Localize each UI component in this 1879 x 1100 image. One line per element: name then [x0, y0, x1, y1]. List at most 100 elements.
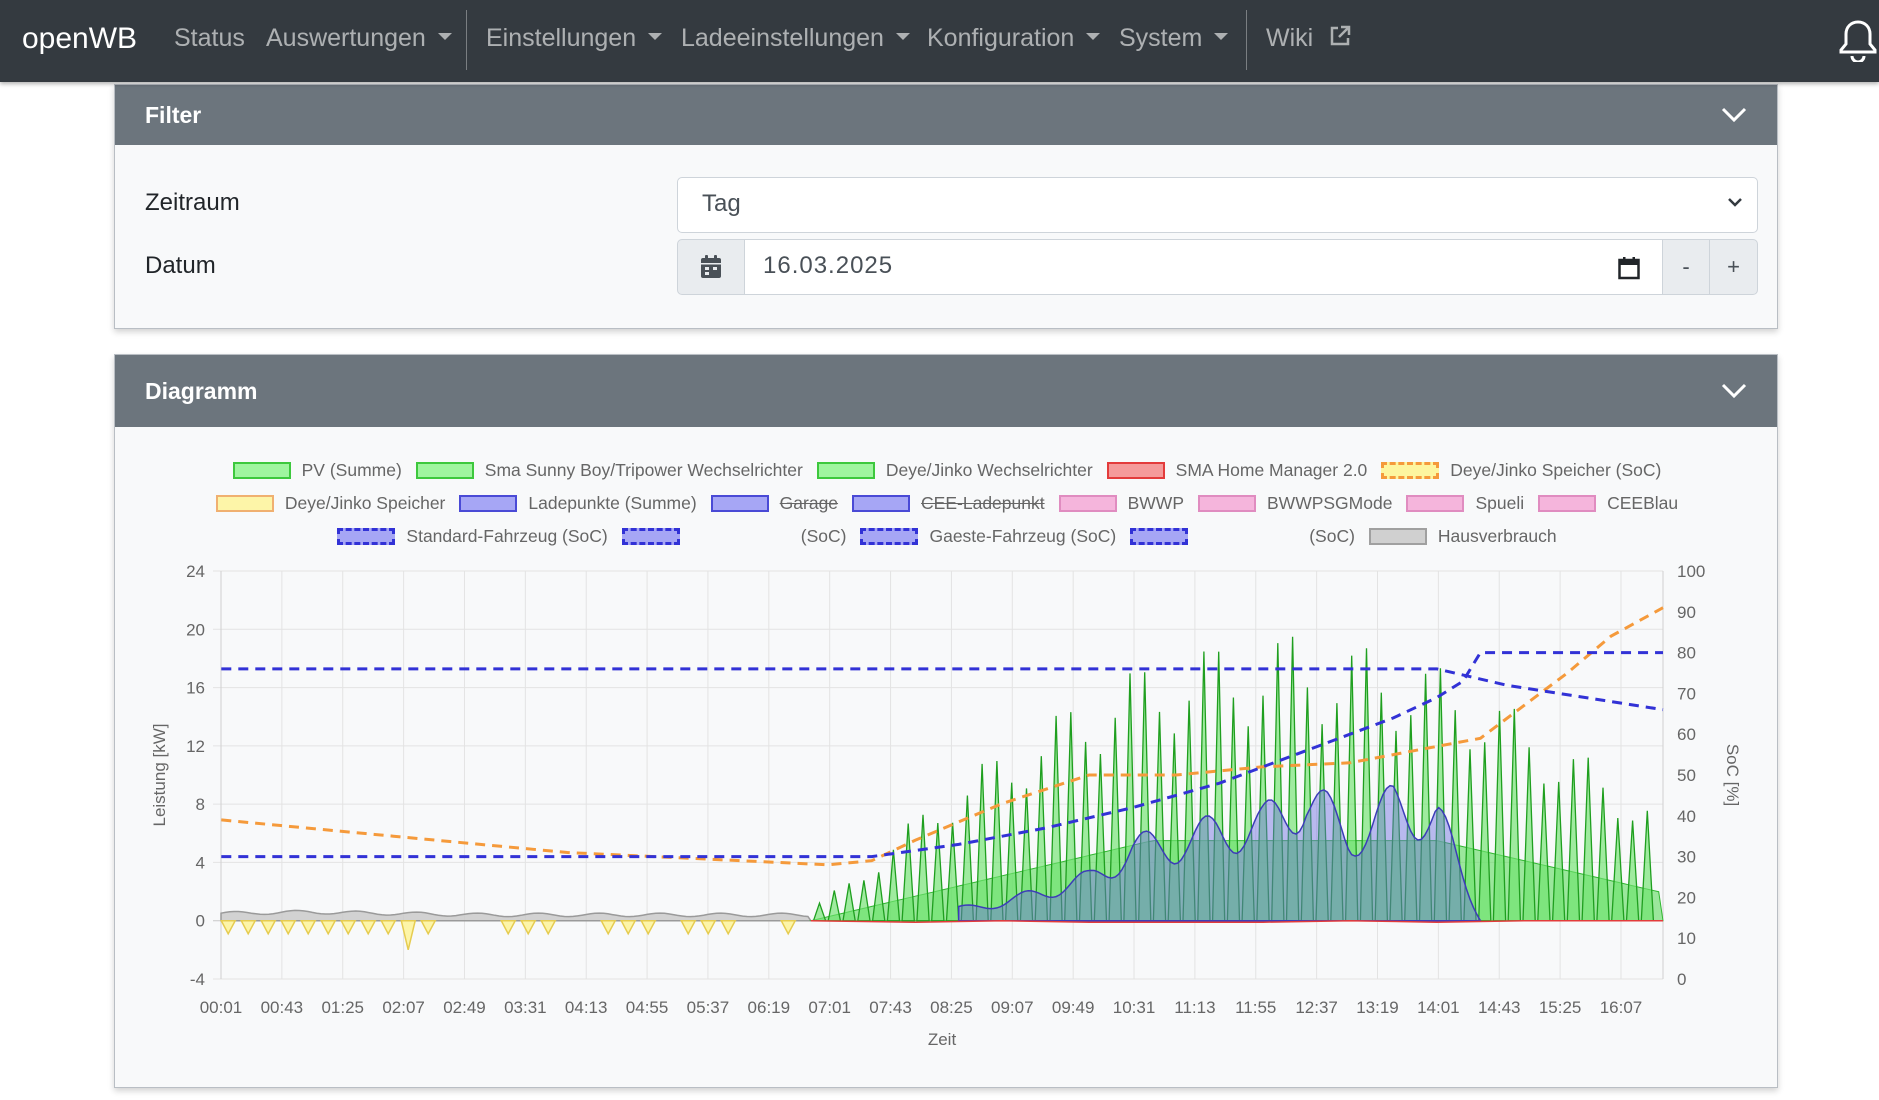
nav-wiki-label: Wiki [1266, 24, 1314, 52]
top-navbar: openWB Status Auswertungen Einstellungen… [0, 0, 1879, 82]
nav-einstellungen-label: Einstellungen [486, 24, 637, 52]
bell-icon[interactable] [1838, 18, 1878, 62]
legend-item[interactable]: Hausverbrauch [1368, 526, 1557, 547]
date-plus-button[interactable]: + [1709, 239, 1758, 295]
chevron-down-icon [1728, 198, 1742, 207]
legend-item[interactable]: BWWPSGMode [1198, 493, 1392, 514]
legend-swatch [1381, 462, 1440, 479]
legend-item[interactable]: Deye/Jinko Speicher (SoC) [1381, 460, 1661, 481]
nav-auswertungen[interactable]: Auswertungen [266, 24, 452, 53]
legend-row: PV (Summe) Sma Sunny Boy/Tripower Wechsel… [115, 460, 1779, 481]
nav-konfiguration[interactable]: Konfiguration [927, 24, 1101, 53]
diagramm-card: Diagramm 00:01 00:43 01:25 02:07 02:49 03:31 0… [114, 354, 1778, 1088]
x-tick-label: 11:55 [1235, 998, 1276, 1017]
legend-item[interactable]: (SoC) [621, 526, 847, 547]
x-tick-label: 04:13 [565, 998, 608, 1017]
filter-card-header[interactable]: Filter [115, 85, 1777, 145]
x-tick-label: 11:13 [1174, 998, 1215, 1017]
x-tick-label: 13:19 [1356, 998, 1399, 1017]
x-tick-label: 14:01 [1417, 998, 1460, 1017]
legend-item[interactable]: Spueli [1406, 493, 1524, 514]
legend-item[interactable]: Deye/Jinko Speicher [215, 493, 445, 514]
y-right-tick-label: 100 [1677, 562, 1705, 581]
datum-input-value: 16.03.2025 [763, 252, 894, 279]
nav-einstellungen[interactable]: Einstellungen [486, 24, 663, 53]
nav-divider [1246, 10, 1247, 70]
x-tick-label: 03:31 [504, 998, 547, 1017]
legend-item[interactable]: Garage [710, 493, 838, 514]
y-right-tick-label: 60 [1677, 725, 1696, 744]
legend-label: BWWP [1127, 493, 1184, 513]
legend-label: Spueli [1475, 493, 1525, 513]
date-minus-label: - [1682, 254, 1690, 279]
legend-swatch [621, 528, 680, 545]
legend-item[interactable]: Gaeste-Fahrzeug (SoC) [860, 526, 1116, 547]
nav-ladeeinstellungen[interactable]: Ladeeinstellungen [681, 24, 910, 53]
y-right-tick-label: 50 [1677, 766, 1696, 785]
y-left-tick-label: 8 [196, 795, 205, 814]
brand-logo[interactable]: openWB [22, 22, 137, 56]
y-right-tick-label: 30 [1677, 848, 1696, 867]
nav-divider [466, 10, 467, 70]
external-link-icon [1330, 26, 1351, 46]
x-tick-label: 10:31 [1113, 998, 1156, 1017]
date-minus-button[interactable]: - [1662, 239, 1710, 295]
x-tick-label: 14:43 [1478, 998, 1521, 1017]
legend-label: (SoC) [800, 526, 847, 546]
datum-input[interactable]: 16.03.2025 [744, 239, 1663, 295]
legend-swatch [415, 462, 474, 479]
date-picker-icon[interactable] [1618, 256, 1640, 280]
series-gaeste-fahrzeug-soc [221, 667, 1664, 712]
y-right-tick-label: 40 [1677, 807, 1696, 826]
legend-item[interactable]: Sma Sunny Boy/Tripower Wechselrichter [415, 460, 803, 481]
x-axis-title: Zeit [928, 1030, 957, 1049]
chevron-down-icon[interactable] [1721, 383, 1747, 399]
legend-item[interactable]: (SoC) [1130, 526, 1355, 547]
legend-swatch [1130, 528, 1189, 545]
y-left-tick-label: 0 [196, 912, 205, 931]
x-tick-label: 08:25 [930, 998, 973, 1017]
zeitraum-select[interactable]: Tag [677, 177, 1758, 233]
legend-row: Deye/Jinko Speicher Ladepunkte (Summe) Gar… [115, 493, 1779, 514]
chevron-down-icon [437, 32, 452, 40]
x-tick-label: 05:37 [687, 998, 730, 1017]
y-left-tick-label: 12 [186, 737, 205, 756]
x-tick-label: 12:37 [1295, 998, 1338, 1017]
x-tick-label: 02:07 [382, 998, 425, 1017]
nav-status[interactable]: Status [174, 24, 245, 53]
calendar-icon [701, 255, 721, 278]
legend-swatch [215, 495, 274, 512]
x-tick-label: 00:01 [200, 998, 243, 1017]
nav-status-label: Status [174, 24, 245, 52]
legend-label: Standard-Fahrzeug (SoC) [406, 526, 608, 546]
legend-swatch [852, 495, 911, 512]
legend-item[interactable]: Standard-Fahrzeug (SoC) [337, 526, 608, 547]
legend-item[interactable]: BWWP [1058, 493, 1184, 514]
y-left-axis-title: Leistung [kW] [150, 724, 169, 827]
legend-swatch [1406, 495, 1465, 512]
legend-item[interactable]: Deye/Jinko Wechselrichter [816, 460, 1093, 481]
diagramm-card-header[interactable]: Diagramm [115, 355, 1777, 427]
nav-system[interactable]: System [1119, 24, 1229, 53]
legend-label: Gaeste-Fahrzeug (SoC) [929, 526, 1117, 546]
legend-swatch [232, 462, 291, 479]
legend-item[interactable]: CEE-Ladepunkt [852, 493, 1045, 514]
y-right-tick-label: 70 [1677, 684, 1696, 703]
filter-card-title: Filter [145, 101, 202, 128]
chevron-down-icon[interactable] [1721, 107, 1747, 123]
zeitraum-select-value: Tag [702, 190, 741, 217]
y-right-tick-label: 90 [1677, 603, 1696, 622]
nav-wiki[interactable]: Wiki [1266, 24, 1352, 53]
x-tick-label: 04:55 [626, 998, 669, 1017]
nav-auswertungen-label: Auswertungen [266, 24, 426, 52]
x-tick-label: 06:19 [748, 998, 791, 1017]
datum-label: Datum [145, 252, 216, 279]
legend-item[interactable]: CEEBlau [1538, 493, 1678, 514]
legend-item[interactable]: SMA Home Manager 2.0 [1106, 460, 1367, 481]
nav-ladeeinstellungen-label: Ladeeinstellungen [681, 24, 884, 52]
legend-item[interactable]: PV (Summe) [232, 460, 402, 481]
legend-swatch [337, 528, 396, 545]
legend-item[interactable]: Ladepunkte (Summe) [459, 493, 697, 514]
y-left-tick-label: 20 [186, 620, 205, 639]
calendar-addon [677, 239, 745, 295]
